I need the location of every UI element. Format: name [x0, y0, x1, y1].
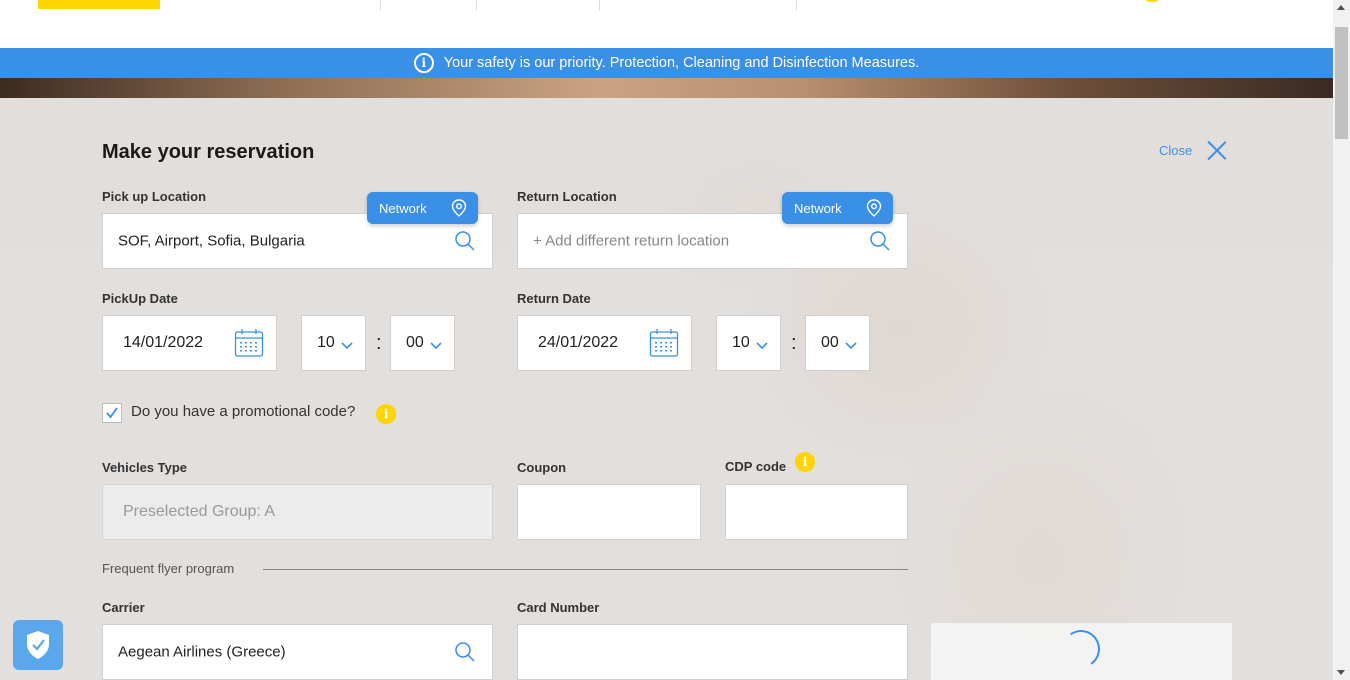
pickup-network-button[interactable]: Network	[367, 192, 478, 224]
pickup-date-label: PickUp Date	[102, 291, 178, 306]
card-number-label: Card Number	[517, 600, 600, 615]
brand-logo[interactable]	[38, 0, 160, 9]
return-minute-value: 00	[821, 334, 839, 351]
pickup-hour-value: 10	[317, 334, 335, 351]
banner-text: Your safety is our priority. Protection,…	[443, 55, 920, 71]
return-date-value: 24/01/2022	[538, 334, 619, 351]
hero-image-strip	[0, 78, 1333, 98]
checkmark-icon	[106, 407, 118, 419]
return-network-button[interactable]: Network	[782, 192, 893, 224]
scroll-down-icon[interactable]	[1337, 670, 1345, 675]
pickup-date-input[interactable]: 14/01/2022	[102, 315, 277, 371]
page-title: Make your reservation	[102, 141, 315, 163]
carrier-input[interactable]: Aegean Airlines (Greece)	[102, 624, 493, 680]
return-location-label: Return Location	[517, 189, 617, 204]
chevron-down-icon	[341, 342, 353, 350]
coupon-label: Coupon	[517, 460, 567, 475]
promo-info-icon[interactable]: i	[376, 404, 396, 424]
calendar-icon[interactable]	[649, 328, 679, 358]
pickup-location-value: SOF, Airport, Sofia, Bulgaria	[118, 232, 305, 250]
search-icon[interactable]	[454, 230, 476, 252]
site-header	[0, 0, 1333, 48]
shield-check-icon	[27, 631, 49, 659]
privacy-shield-button[interactable]	[13, 620, 63, 670]
coupon-input[interactable]	[517, 484, 701, 540]
card-number-input[interactable]	[517, 624, 908, 680]
return-location-placeholder: + Add different return location	[533, 232, 730, 250]
section-divider	[263, 569, 908, 570]
nav-divider	[476, 0, 477, 11]
chevron-down-icon	[430, 342, 442, 350]
chevron-down-icon	[756, 342, 768, 350]
calendar-icon[interactable]	[234, 328, 264, 358]
return-date-label: Return Date	[517, 291, 591, 306]
nav-divider	[599, 0, 600, 11]
cdp-code-label: CDP code	[725, 459, 787, 474]
close-button[interactable]: Close	[1159, 139, 1228, 161]
time-separator: :	[791, 332, 797, 354]
search-icon[interactable]	[454, 641, 476, 663]
promo-code-label[interactable]: Do you have a promotional code?	[131, 403, 355, 420]
location-pin-icon	[866, 199, 882, 217]
carrier-label: Carrier	[102, 600, 145, 615]
return-date-input[interactable]: 24/01/2022	[517, 315, 692, 371]
scroll-up-icon[interactable]	[1337, 5, 1345, 10]
search-icon[interactable]	[869, 230, 891, 252]
return-hour-select[interactable]: 10	[716, 315, 781, 371]
carrier-value: Aegean Airlines (Greece)	[118, 643, 286, 661]
user-icon[interactable]	[1140, 0, 1164, 2]
pickup-location-label: Pick up Location	[102, 189, 207, 204]
location-pin-icon	[451, 199, 467, 217]
vehicles-type-label: Vehicles Type	[102, 460, 188, 475]
close-label: Close	[1159, 142, 1193, 158]
page-scrollbar[interactable]	[1333, 0, 1350, 680]
vehicles-type-field: Preselected Group: A	[102, 484, 493, 540]
nav-divider	[380, 0, 381, 11]
time-separator: :	[376, 332, 382, 354]
promo-code-checkbox[interactable]	[102, 403, 122, 423]
safety-banner[interactable]: i Your safety is our priority. Protectio…	[0, 48, 1333, 78]
nav-divider	[796, 0, 797, 11]
vehicles-type-value: Preselected Group: A	[123, 503, 276, 520]
info-circle-icon: i	[413, 53, 434, 73]
pickup-date-value: 14/01/2022	[123, 334, 204, 351]
pickup-minute-value: 00	[406, 334, 424, 351]
cdp-info-icon[interactable]: i	[795, 452, 815, 472]
chevron-down-icon	[845, 342, 857, 350]
network-label: Network	[794, 200, 842, 216]
pickup-hour-select[interactable]: 10	[301, 315, 366, 371]
return-hour-value: 10	[732, 334, 750, 351]
cdp-code-input[interactable]	[725, 484, 908, 540]
network-label: Network	[379, 200, 427, 216]
pickup-minute-select[interactable]: 00	[390, 315, 455, 371]
close-icon[interactable]	[1206, 139, 1228, 161]
frequent-flyer-heading: Frequent flyer program	[102, 561, 235, 576]
reservation-panel	[0, 98, 1333, 680]
return-minute-select[interactable]: 00	[805, 315, 870, 371]
scrollbar-thumb[interactable]	[1335, 27, 1348, 139]
